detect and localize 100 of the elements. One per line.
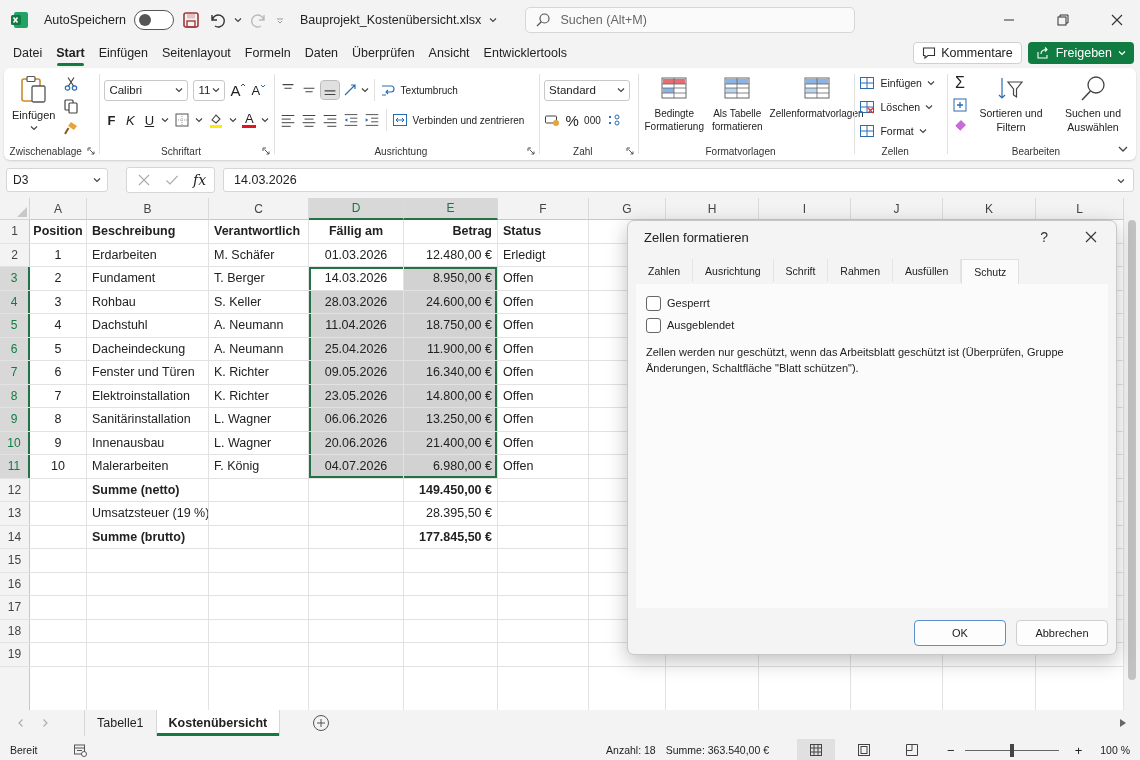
row-header[interactable]: 7	[0, 361, 30, 384]
menu-tab[interactable]: Einfügen	[91, 42, 156, 64]
zoom-out-button[interactable]: −	[947, 742, 955, 758]
undo-icon[interactable]	[208, 11, 226, 29]
checkbox-option[interactable]: Ausgeblendet	[646, 314, 735, 336]
menu-tab[interactable]: Überprüfen	[345, 42, 422, 64]
autosave-toggle[interactable]	[134, 10, 174, 30]
column-header[interactable]: B	[87, 198, 209, 220]
launcher-icon[interactable]	[625, 147, 634, 155]
launcher-icon[interactable]	[527, 147, 536, 155]
zoom-level[interactable]: 100 %	[1100, 744, 1130, 756]
accessibility-icon[interactable]	[73, 743, 88, 757]
name-box[interactable]: D3	[6, 168, 108, 192]
cut-icon[interactable]	[63, 76, 80, 92]
dialog-tab[interactable]: Zahlen	[636, 259, 694, 282]
normal-view-button[interactable]	[797, 739, 836, 760]
zoom-in-button[interactable]: +	[1074, 742, 1083, 758]
column-header[interactable]: A	[30, 198, 87, 220]
launcher-icon[interactable]	[87, 147, 96, 155]
caret-icon[interactable]	[195, 116, 204, 124]
format-painter-icon[interactable]	[63, 120, 80, 136]
zoom-slider-thumb[interactable]	[1009, 743, 1014, 757]
font-size-dropdown[interactable]: 11	[193, 79, 226, 101]
dialog-tab[interactable]: Schutz	[961, 259, 1020, 284]
eraser-icon[interactable]	[952, 118, 968, 134]
comments-button[interactable]: Kommentare	[913, 42, 1022, 64]
underline-button[interactable]: U	[142, 112, 157, 128]
sheet-tab[interactable]: Tabelle1	[85, 710, 157, 736]
menu-tab[interactable]: Formeln	[237, 42, 298, 64]
caret-icon[interactable]	[489, 16, 498, 24]
menu-tab[interactable]: Daten	[297, 42, 346, 64]
column-header[interactable]: E	[404, 198, 498, 220]
thousands-button[interactable]: 000	[584, 114, 601, 126]
column-header[interactable]: H	[666, 198, 759, 220]
menu-tab[interactable]: Start	[49, 42, 92, 64]
customize-caret-icon[interactable]	[276, 16, 284, 24]
caret-icon[interactable]	[229, 116, 238, 124]
insert-function-button[interactable]: fx	[193, 172, 207, 188]
fill-color-icon[interactable]	[208, 112, 225, 128]
copy-icon[interactable]	[63, 98, 80, 114]
close-icon[interactable]	[1084, 230, 1098, 244]
check-icon[interactable]	[165, 173, 179, 187]
column-header[interactable]: I	[759, 198, 851, 220]
caret-icon[interactable]	[261, 116, 270, 124]
share-button[interactable]: Freigeben	[1027, 42, 1134, 64]
dialog-tab[interactable]: Rahmen	[828, 259, 894, 282]
caret-icon[interactable]	[234, 16, 242, 24]
vertical-align-icon[interactable]	[320, 81, 339, 99]
scroll-right-icon[interactable]	[1118, 718, 1128, 728]
borders-icon[interactable]	[174, 112, 191, 128]
formula-field[interactable]: 14.03.2026	[223, 168, 1134, 192]
menu-tab[interactable]: Datei	[6, 42, 50, 64]
bold-button[interactable]: F	[104, 112, 119, 128]
format-table-button[interactable]: Als Tabelle formatieren	[709, 72, 765, 135]
find-select-button[interactable]: Suchen und Auswählen	[1054, 72, 1132, 137]
font-color-button[interactable]: A	[242, 112, 257, 128]
column-header[interactable]: F	[498, 198, 589, 220]
wrap-text-button[interactable]: Textumbruch	[379, 79, 458, 101]
file-name[interactable]: Bauprojekt_Kostenübersicht.xlsx	[300, 13, 482, 27]
help-button[interactable]: ?	[1040, 229, 1048, 245]
font-dropdown[interactable]: Calibri	[104, 79, 189, 101]
menu-tab[interactable]: Ansicht	[421, 42, 477, 64]
italic-button[interactable]: K	[123, 112, 138, 128]
row-header[interactable]: 11	[0, 455, 30, 478]
save-icon[interactable]	[182, 11, 200, 29]
row-header[interactable]: 5	[0, 314, 30, 337]
row-header[interactable]: 10	[0, 431, 30, 454]
row-header[interactable]: 6	[0, 337, 30, 360]
merge-center-button[interactable]: Verbinden und zentrieren	[391, 109, 525, 131]
row-header[interactable]: 8	[0, 384, 30, 407]
ok-button[interactable]: OK	[914, 620, 1006, 646]
percent-button[interactable]: %	[565, 111, 580, 129]
grow-font-button[interactable]: A	[230, 81, 247, 99]
checkbox-option[interactable]: Gesperrt	[646, 292, 710, 314]
search-field[interactable]: Suchen (Alt+M)	[525, 7, 856, 33]
sheet-tab[interactable]: Kostenübersicht	[156, 710, 281, 736]
autosum-button[interactable]: Σ	[953, 74, 967, 92]
row-header[interactable]: 4	[0, 290, 30, 313]
dialog-tab[interactable]: Schrift	[773, 259, 829, 282]
currency-icon[interactable]	[544, 112, 561, 128]
shrink-font-button[interactable]: A	[251, 82, 267, 98]
column-header[interactable]: K	[943, 198, 1036, 220]
add-sheet-icon[interactable]	[312, 714, 331, 732]
launcher-icon[interactable]	[261, 147, 270, 155]
collapse-ribbon-icon[interactable]	[1118, 144, 1128, 154]
row-header[interactable]: 3	[0, 267, 30, 290]
row-header[interactable]: 9	[0, 408, 30, 431]
column-header[interactable]: C	[209, 198, 309, 220]
column-header[interactable]: D	[309, 198, 404, 220]
caret-icon[interactable]	[161, 116, 170, 124]
caret-icon[interactable]	[360, 86, 369, 94]
checkbox[interactable]	[646, 295, 661, 311]
number-format-dropdown[interactable]: Standard	[544, 79, 631, 101]
sort-filter-button[interactable]: Sortieren und Filtern	[972, 72, 1050, 137]
column-header[interactable]: L	[1036, 198, 1124, 220]
column-header[interactable]: G	[589, 198, 666, 220]
dialog-tab[interactable]: Ausrichtung	[693, 259, 774, 282]
menu-tab[interactable]: Entwicklertools	[476, 42, 574, 64]
column-header[interactable]: J	[851, 198, 943, 220]
format-cells-button[interactable]: Format	[859, 120, 927, 141]
